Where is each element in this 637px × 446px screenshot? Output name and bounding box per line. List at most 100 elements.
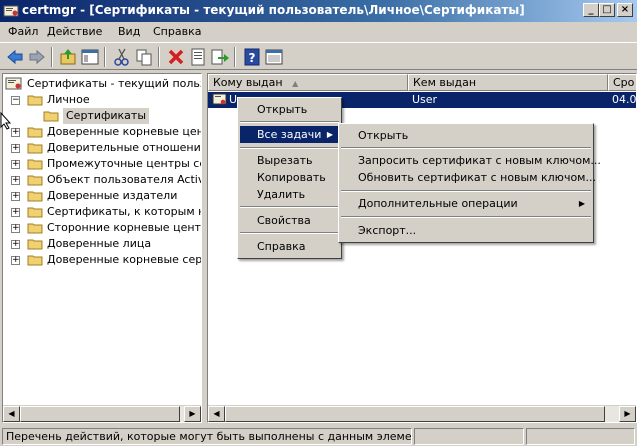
menu-separator	[240, 121, 339, 123]
folder-icon	[27, 239, 43, 250]
expand-icon[interactable]: +	[11, 176, 20, 185]
folder-icon	[43, 111, 59, 122]
menu-separator	[240, 147, 339, 149]
expand-icon[interactable]: +	[11, 224, 20, 233]
copy-icon[interactable]	[134, 47, 154, 67]
folder-icon	[27, 159, 43, 170]
delete-icon[interactable]	[166, 47, 186, 67]
column-issued-to[interactable]: Кому выдан ▲	[208, 74, 408, 91]
scroll-thumb[interactable]	[225, 406, 605, 422]
tree-horizontal-scrollbar[interactable]: ◀ ▶	[3, 405, 201, 422]
title-bar[interactable]: certmgr - [Сертификаты - текущий пользов…	[0, 0, 637, 22]
cell-issued-by: User	[412, 93, 438, 106]
menu-item-copy[interactable]: Копировать	[240, 169, 339, 186]
menu-action[interactable]: Действие	[47, 25, 102, 38]
up-icon[interactable]	[58, 47, 78, 67]
submenu-arrow-icon: ▶	[578, 199, 585, 208]
certificate-store-icon	[5, 77, 22, 90]
tree-item-label: Сертификаты	[63, 108, 150, 124]
menu-item-properties[interactable]: Свойства	[240, 212, 339, 229]
scroll-left-icon[interactable]: ◀	[3, 406, 20, 422]
tree-item-label: Доверенные лица	[47, 237, 152, 250]
column-issued-by[interactable]: Кем выдан	[408, 74, 608, 91]
menu-item-open[interactable]: Открыть	[240, 101, 339, 118]
expand-icon[interactable]: +	[11, 144, 20, 153]
tree-item-label: Сторонние корневые центры с	[47, 221, 201, 234]
submenu-arrow-icon: ▶	[326, 130, 333, 139]
menu-file[interactable]: Файл	[8, 25, 38, 38]
menu-bar: Файл Действие Вид Справка	[0, 22, 637, 42]
tree-item-label: Доверенные корневые сертиф	[47, 253, 202, 266]
scroll-thumb[interactable]	[20, 406, 180, 422]
tree-item-label: Промежуточные центры серти	[47, 157, 201, 170]
folder-icon	[27, 175, 43, 186]
column-label: Кем выдан	[413, 76, 477, 89]
certificate-icon	[212, 93, 227, 105]
sort-ascending-icon: ▲	[292, 79, 299, 88]
toolbar-separator	[51, 47, 53, 67]
tree-item-label: Доверенные издатели	[47, 189, 178, 202]
status-panel-3	[526, 428, 635, 445]
svg-text:?: ?	[249, 51, 256, 65]
menu-help[interactable]: Справка	[153, 25, 201, 38]
column-label: Кому выдан	[213, 76, 283, 89]
submenu-item-renew-new-key[interactable]: Обновить сертификат с новым ключом...	[341, 169, 596, 186]
menu-item-cut[interactable]: Вырезать	[240, 152, 339, 169]
scroll-right-icon[interactable]: ▶	[619, 406, 636, 422]
list-header: Кому выдан ▲ Кем выдан Сро	[208, 74, 636, 91]
menu-separator	[341, 147, 591, 149]
status-panel-2	[414, 428, 524, 445]
menu-item-help[interactable]: Справка	[240, 238, 339, 255]
menu-item-delete[interactable]: Удалить	[240, 186, 339, 203]
list-horizontal-scrollbar[interactable]: ◀ ▶	[208, 405, 636, 422]
menu-separator	[341, 216, 591, 218]
folder-open-icon	[27, 95, 43, 106]
export-icon[interactable]	[210, 47, 230, 67]
close-button[interactable]: ×	[617, 3, 633, 17]
status-bar: Перечень действий, которые могут быть вы…	[0, 426, 637, 446]
maximize-button[interactable]: □	[599, 3, 615, 17]
menu-item-label: Все задачи	[257, 128, 322, 141]
help-icon[interactable]: ?	[242, 47, 262, 67]
tree-item-label: Личное	[47, 93, 90, 106]
mouse-cursor-icon	[0, 112, 12, 130]
expand-icon[interactable]: +	[11, 208, 20, 217]
console-icon[interactable]	[264, 47, 284, 67]
toolbar: ?	[0, 42, 637, 70]
expand-icon[interactable]: +	[11, 160, 20, 169]
menu-item-all-tasks[interactable]: Все задачи ▶	[240, 126, 339, 143]
expand-icon[interactable]: +	[11, 192, 20, 201]
window-title: certmgr - [Сертификаты - текущий пользов…	[22, 3, 525, 17]
properties-icon[interactable]	[188, 47, 208, 67]
all-tasks-submenu: Открыть Запросить сертификат с новым клю…	[338, 123, 601, 243]
expand-icon[interactable]: +	[11, 256, 20, 265]
folder-icon	[27, 223, 43, 234]
folder-icon	[27, 191, 43, 202]
menu-separator	[341, 190, 591, 192]
show-hide-tree-icon[interactable]	[80, 47, 100, 67]
context-menu: Открыть Все задачи ▶ Вырезать Копировать…	[237, 97, 342, 259]
forward-icon[interactable]	[27, 47, 47, 67]
menu-view[interactable]: Вид	[118, 25, 140, 38]
console-tree[interactable]: Сертификаты - текущий пользова − Личное …	[2, 73, 202, 423]
submenu-item-export[interactable]: Экспорт...	[341, 222, 591, 239]
back-icon[interactable]	[5, 47, 25, 67]
minimize-button[interactable]: _	[583, 3, 599, 17]
cut-icon[interactable]	[112, 47, 132, 67]
tree-item-label: Сертификаты, к которым нет	[47, 205, 202, 218]
scroll-right-icon[interactable]: ▶	[184, 406, 201, 422]
submenu-item-advanced[interactable]: Дополнительные операции ▶	[341, 195, 591, 212]
status-text: Перечень действий, которые могут быть вы…	[2, 428, 412, 445]
submenu-item-open[interactable]: Открыть	[341, 127, 591, 144]
cell-expiration: 04.0	[612, 93, 637, 106]
submenu-item-request-new-key[interactable]: Запросить сертификат с новым ключом...	[341, 152, 601, 169]
column-expiration[interactable]: Сро	[608, 74, 636, 91]
expand-icon[interactable]: +	[11, 240, 20, 249]
collapse-icon[interactable]: −	[11, 96, 20, 105]
tree-item-label: Доверенные корневые центры	[47, 125, 202, 138]
certmgr-app-icon	[3, 5, 19, 17]
expand-icon[interactable]: +	[11, 128, 20, 137]
scroll-left-icon[interactable]: ◀	[208, 406, 225, 422]
folder-icon	[27, 127, 43, 138]
column-label: Сро	[613, 76, 635, 89]
